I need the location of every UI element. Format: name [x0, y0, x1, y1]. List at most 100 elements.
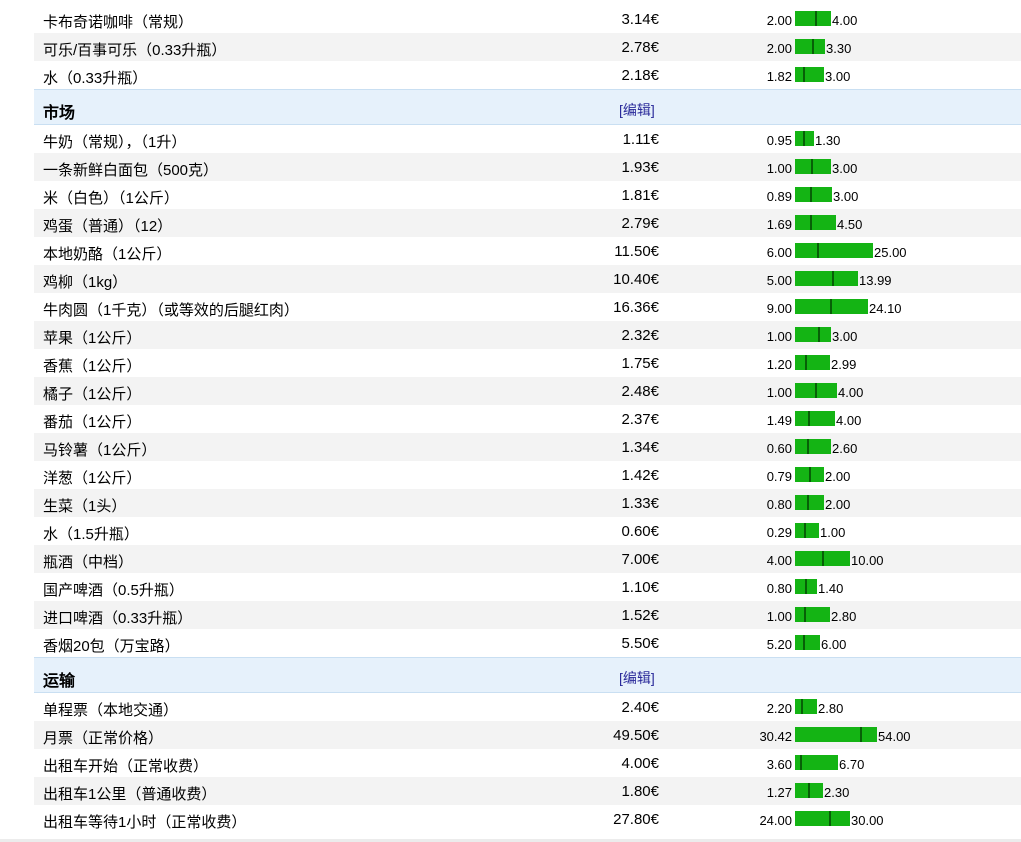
range-max: 10.00: [851, 553, 884, 568]
item-price: 1.42€: [621, 467, 659, 484]
item-name: 洋葱（1公斤）: [43, 470, 142, 487]
range-max: 13.99: [859, 273, 892, 288]
item-name: 水（1.5升瓶）: [43, 526, 139, 543]
item-name: 出租车等待1小时（正常收费）: [43, 814, 247, 831]
range-bar: [795, 607, 830, 622]
table-row: 香烟20包（万宝路） 5.50€ 5.20 6.00: [34, 629, 1021, 657]
range-average-marker: [803, 67, 805, 82]
range-bar: [795, 411, 835, 426]
item-price: 10.40€: [613, 271, 659, 288]
item-name: 卡布奇诺咖啡（常规）: [43, 14, 194, 31]
range-bar: [795, 755, 838, 770]
range-min: 1.49: [766, 413, 792, 428]
range-max: 2.60: [832, 441, 858, 456]
table-row: 单程票（本地交通） 2.40€ 2.20 2.80: [34, 693, 1021, 721]
item-price: 2.78€: [621, 39, 659, 56]
item-price: 2.18€: [621, 67, 659, 84]
range-bar: [795, 215, 836, 230]
range-average-marker: [815, 383, 817, 398]
item-name: 可乐/百事可乐（0.33升瓶）: [43, 42, 227, 59]
range-max: 4.00: [838, 385, 864, 400]
range-min: 5.20: [766, 637, 792, 652]
range-average-marker: [812, 39, 814, 54]
item-name: 一条新鲜白面包（500克）: [43, 162, 219, 179]
item-name: 本地奶酪（1公斤）: [43, 246, 172, 263]
item-name: 马铃薯（1公斤）: [43, 442, 157, 459]
table-row: 月票（正常价格） 49.50€ 30.42 54.00: [34, 721, 1021, 749]
range-max: 30.00: [851, 813, 884, 828]
range-max: 3.00: [832, 329, 858, 344]
range-min: 1.69: [766, 217, 792, 232]
range-min: 2.00: [766, 13, 792, 28]
range-min: 0.79: [766, 469, 792, 484]
range-min: 9.00: [766, 301, 792, 316]
range-bar: [795, 327, 831, 342]
item-price: 1.75€: [621, 355, 659, 372]
section-header: 运输 [编辑]: [34, 657, 1021, 693]
table-row: 牛肉圆（1千克）（或等效的后腿红肉） 16.36€ 9.00 24.10: [34, 293, 1021, 321]
table-row: 出租车等待1小时（正常收费） 27.80€ 24.00 30.00: [34, 805, 1021, 833]
range-max: 3.30: [826, 41, 852, 56]
range-min: 0.60: [766, 441, 792, 456]
range-max: 2.00: [825, 469, 851, 484]
range-bar: [795, 699, 817, 714]
range-max: 6.00: [821, 637, 847, 652]
range-average-marker: [807, 439, 809, 454]
range-max: 54.00: [878, 729, 911, 744]
range-average-marker: [810, 187, 812, 202]
edit-link[interactable]: [编辑]: [619, 668, 655, 688]
item-price: 1.93€: [621, 159, 659, 176]
range-max: 1.40: [818, 581, 844, 596]
item-price: 2.40€: [621, 699, 659, 716]
range-max: 24.10: [869, 301, 902, 316]
range-bar: [795, 67, 824, 82]
table-row: 国产啤酒（0.5升瓶） 1.10€ 0.80 1.40: [34, 573, 1021, 601]
item-price: 1.52€: [621, 607, 659, 624]
table-row: 米（白色）（1公斤） 1.81€ 0.89 3.00: [34, 181, 1021, 209]
item-name: 月票（正常价格）: [43, 730, 164, 747]
table-row: 一条新鲜白面包（500克） 1.93€ 1.00 3.00: [34, 153, 1021, 181]
range-max: 1.00: [820, 525, 846, 540]
item-price: 1.11€: [622, 131, 659, 148]
range-min: 30.42: [759, 729, 792, 744]
range-max: 4.00: [832, 13, 858, 28]
range-average-marker: [808, 783, 810, 798]
range-average-marker: [860, 727, 862, 742]
range-min: 1.27: [766, 785, 792, 800]
range-average-marker: [815, 11, 817, 26]
range-bar: [795, 39, 825, 54]
item-name: 番茄（1公斤）: [43, 414, 142, 431]
range-min: 1.00: [766, 609, 792, 624]
range-bar: [795, 495, 824, 510]
item-price: 0.60€: [621, 523, 659, 540]
range-bar: [795, 579, 817, 594]
range-average-marker: [808, 411, 810, 426]
table-row: 水（1.5升瓶） 0.60€ 0.29 1.00: [34, 517, 1021, 545]
range-average-marker: [832, 271, 834, 286]
table-row: 苹果（1公斤） 2.32€ 1.00 3.00: [34, 321, 1021, 349]
range-min: 24.00: [759, 813, 792, 828]
range-max: 6.70: [839, 757, 865, 772]
range-min: 3.60: [766, 757, 792, 772]
range-average-marker: [810, 215, 812, 230]
item-name: 苹果（1公斤）: [43, 330, 142, 347]
range-bar: [795, 635, 820, 650]
range-bar: [795, 299, 868, 314]
section-header: 市场 [编辑]: [34, 89, 1021, 125]
table-row: 生菜（1头） 1.33€ 0.80 2.00: [34, 489, 1021, 517]
range-max: 3.00: [832, 161, 858, 176]
item-price: 1.80€: [621, 783, 659, 800]
range-average-marker: [804, 607, 806, 622]
range-min: 0.80: [766, 581, 792, 596]
table-row: 鸡蛋（普通）（12） 2.79€ 1.69 4.50: [34, 209, 1021, 237]
range-average-marker: [801, 699, 803, 714]
range-average-marker: [809, 467, 811, 482]
edit-link[interactable]: [编辑]: [619, 100, 655, 120]
item-name: 水（0.33升瓶）: [43, 70, 148, 87]
range-min: 1.00: [766, 329, 792, 344]
range-average-marker: [804, 523, 806, 538]
range-bar: [795, 383, 837, 398]
range-average-marker: [803, 131, 805, 146]
item-price: 1.34€: [621, 439, 659, 456]
range-min: 0.29: [766, 525, 792, 540]
